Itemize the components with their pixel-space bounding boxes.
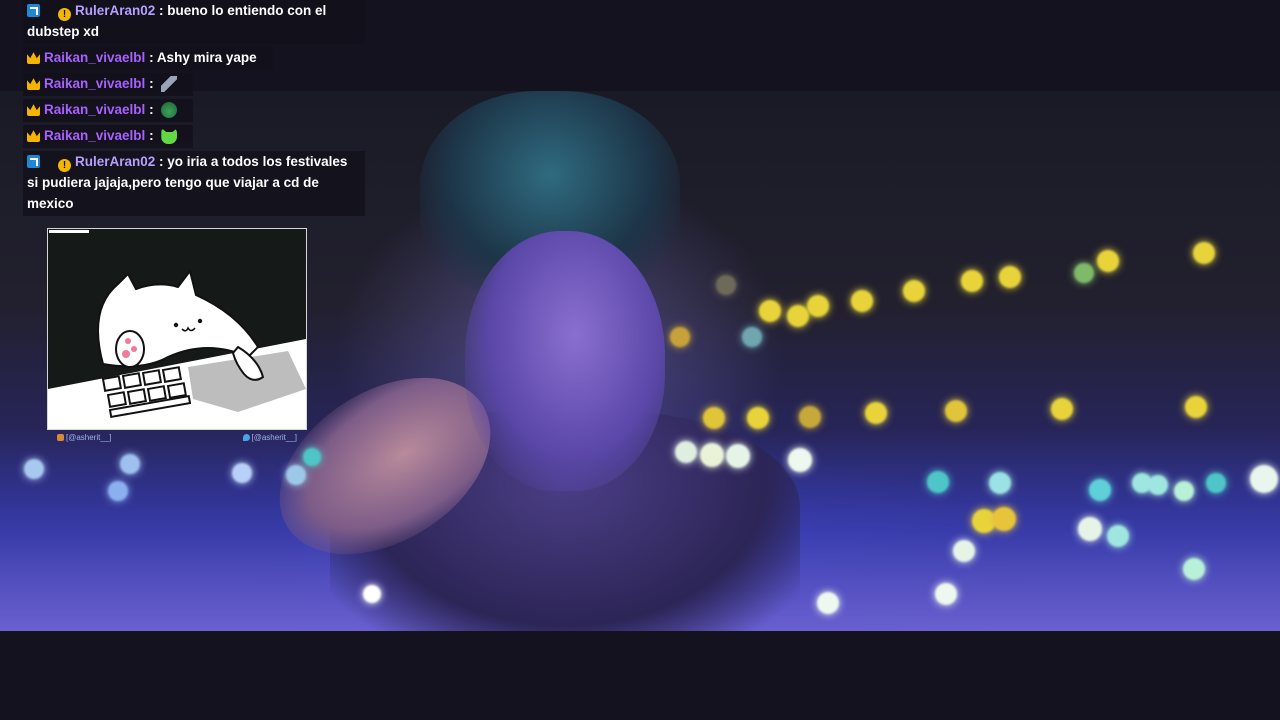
crown-badge-icon [27,104,40,116]
chat-separator: : [145,50,157,65]
chat-separator: : [145,128,158,143]
bokeh-light [24,459,44,479]
frog-emote-icon [161,102,178,118]
bokeh-light [989,472,1011,494]
bokeh-light [108,481,128,501]
bokeh-light [703,407,725,429]
bokeh-light [999,266,1021,288]
chat-message: Raikan_vivaelbl : Ashy mira yape [23,47,273,70]
chat-username[interactable]: Raikan_vivaelbl [44,102,145,117]
chat-separator: : [155,3,168,18]
bokeh-light [363,585,381,603]
bokeh-light [1107,525,1129,547]
bongo-credits: [@asherit__] [@asherit__] [57,433,297,445]
chat-username[interactable]: Raikan_vivaelbl [44,76,145,91]
bokeh-light [1193,242,1215,264]
chat-separator: : [145,76,158,91]
bokeh-light [759,300,781,322]
bokeh-light [700,443,724,467]
crown-badge-icon [27,78,40,90]
bokeh-light [1206,473,1226,493]
bongo-cat-overlay [47,228,307,430]
bokeh-light [670,327,690,347]
credit-instagram: [@asherit__] [57,433,111,442]
bokeh-light [303,448,321,466]
prime-icon [27,155,40,168]
bokeh-light [747,407,769,429]
instagram-icon [57,434,64,441]
bongo-cat-icon [48,229,306,429]
bokeh-light [1074,263,1094,283]
credit-right-text: [@asherit__] [251,433,297,442]
chat-separator: : [145,102,158,117]
bokeh-light [716,275,736,295]
bokeh-light [1097,250,1119,272]
chat-message: ! RulerAran02 : bueno lo entiendo con el … [23,0,365,44]
bokeh-light [1185,396,1207,418]
crown-badge-icon [27,52,40,64]
bokeh-light [1148,475,1168,495]
bokeh-light [851,290,873,312]
chat-separator: : [155,154,168,169]
cat-emote-icon [161,128,178,144]
chat-username[interactable]: Raikan_vivaelbl [44,50,145,65]
bokeh-light [1089,479,1111,501]
bokeh-light [1174,481,1194,501]
bokeh-light [865,402,887,424]
bottom-bar [0,631,1280,720]
chat-text: bueno lo entiendo con el dubstep xd [27,3,327,39]
chat-username[interactable]: RulerAran02 [75,154,155,169]
bokeh-light [232,463,252,483]
bokeh-light [927,471,949,493]
sub-badge-icon: ! [58,8,71,21]
bokeh-light [787,305,809,327]
twitter-icon [242,434,250,441]
singer-face [465,231,665,491]
bokeh-light [807,295,829,317]
bokeh-light [992,507,1016,531]
bokeh-light [742,327,762,347]
bokeh-light [1078,517,1102,541]
bokeh-light [935,583,957,605]
sub-badge-icon: ! [58,159,71,172]
bokeh-light [675,441,697,463]
crown-badge-icon [27,130,40,142]
bokeh-light [1183,558,1205,580]
chat-overlay: ! RulerAran02 : bueno lo entiendo con el … [23,0,365,219]
bokeh-light [817,592,839,614]
chat-message: ! RulerAran02 : yo iria a todos los festi… [23,151,365,216]
bird-emote-icon [161,76,178,92]
credit-left-text: [@asherit__] [66,433,112,442]
bokeh-light [799,406,821,428]
chat-username[interactable]: RulerAran02 [75,3,155,18]
chat-message: Raikan_vivaelbl : [23,125,193,148]
bokeh-light [945,400,967,422]
chat-message: Raikan_vivaelbl : [23,99,193,122]
bokeh-light [120,454,140,474]
bokeh-light [903,280,925,302]
bokeh-light [953,540,975,562]
bokeh-light [726,444,750,468]
prime-icon [27,4,40,17]
bokeh-light [961,270,983,292]
chat-username[interactable]: Raikan_vivaelbl [44,128,145,143]
stream-canvas: ! RulerAran02 : bueno lo entiendo con el … [0,0,1280,720]
chat-text: Ashy mira yape [156,50,257,65]
bokeh-light [788,448,812,472]
bokeh-light [1250,465,1278,493]
chat-message: Raikan_vivaelbl : [23,73,193,96]
bokeh-light [1051,398,1073,420]
bokeh-light [286,465,306,485]
credit-twitter: [@asherit__] [242,433,297,442]
